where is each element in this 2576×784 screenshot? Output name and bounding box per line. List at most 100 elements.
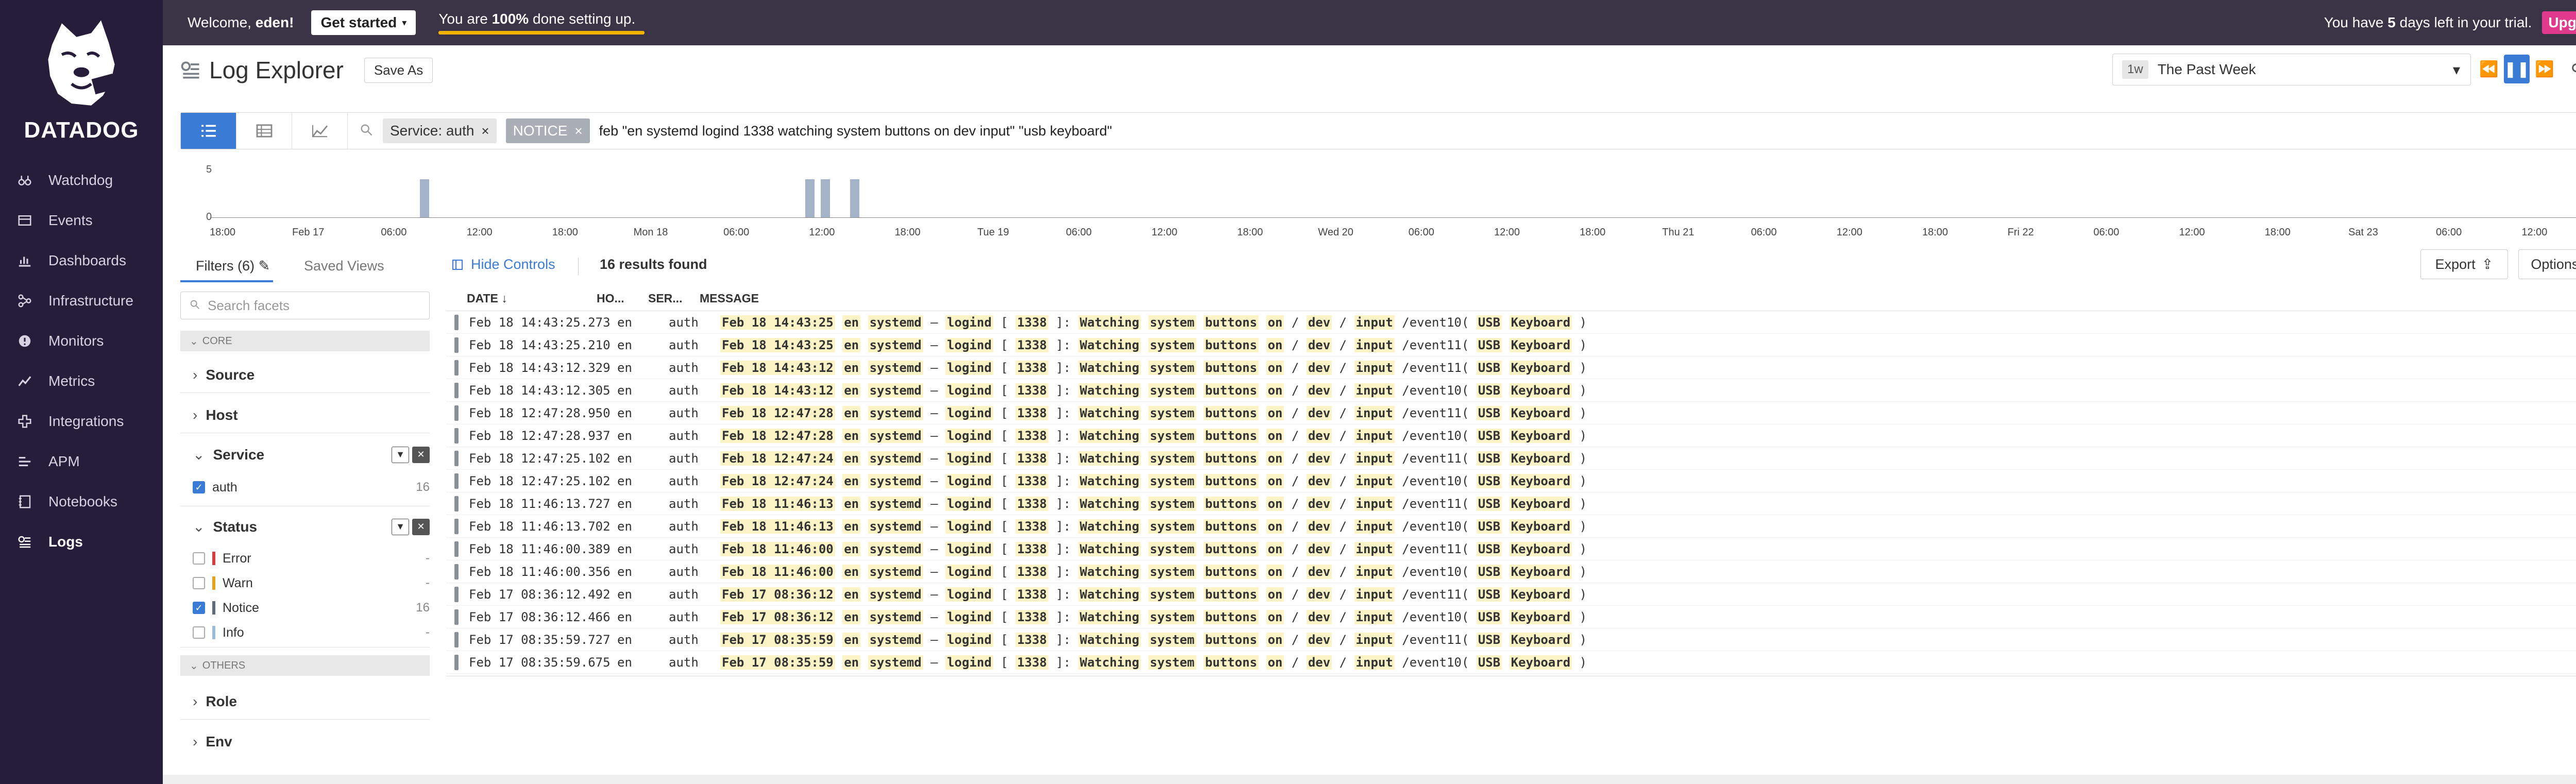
filter-icon[interactable]: ▼ [392, 446, 409, 463]
sidebar-item-events[interactable]: Events [0, 205, 163, 236]
datadog-logo[interactable]: DATADOG [0, 0, 163, 155]
message-token: /event11 [1402, 405, 1462, 420]
tab-saved-views[interactable]: Saved Views [304, 258, 384, 282]
message-token: logind [945, 632, 993, 647]
cell-message: Feb 18 12:47:24 en systemd – logind [ 13… [714, 473, 2576, 488]
filter-pill-status[interactable]: NOTICE × [505, 118, 590, 143]
facet-value-auth[interactable]: ✓ auth 16 [193, 476, 430, 499]
time-range-select[interactable]: 1w The Past Week ▾ [2112, 54, 2471, 86]
message-token: / [1339, 473, 1347, 488]
table-row[interactable]: Feb 18 11:46:00.389 en auth Feb 18 11:46:00… [446, 538, 2576, 560]
message-token: ]: [1056, 632, 1071, 647]
cell-date: Feb 18 12:47:28.937 [469, 428, 611, 443]
hide-controls-button[interactable]: Hide Controls [451, 257, 555, 272]
table-row[interactable]: Feb 17 08:35:59.675 en auth Feb 17 08:35:59… [446, 651, 2576, 674]
message-token: dev [1306, 405, 1332, 420]
table-row[interactable]: Feb 18 12:47:25.102 en auth Feb 18 12:47:24… [446, 470, 2576, 492]
table-row[interactable]: Feb 18 12:47:28.937 en auth Feb 18 12:47:28… [446, 424, 2576, 447]
table-row[interactable]: Feb 17 08:36:12.466 en auth Feb 17 08:36:12… [446, 606, 2576, 628]
close-icon[interactable]: ✕ [412, 446, 430, 463]
close-icon[interactable]: × [574, 123, 582, 139]
message-token: logind [945, 405, 993, 420]
sidebar-item-logs[interactable]: Logs [0, 526, 163, 557]
checkbox[interactable] [193, 577, 205, 589]
facet-value-warn[interactable]: Warn - [193, 572, 430, 594]
sidebar-item-metrics[interactable]: Metrics [0, 366, 163, 397]
pause-icon[interactable]: ❚❚ [2504, 55, 2530, 83]
table-row[interactable]: Feb 18 12:47:25.102 en auth Feb 18 12:47:24… [446, 447, 2576, 470]
options-button[interactable]: Options⚙ [2518, 249, 2576, 279]
others-section-header[interactable]: ⌄ OTHERS [180, 655, 430, 676]
message-token: logind [945, 655, 993, 670]
brand-name: DATADOG [24, 117, 139, 143]
zoom-icon[interactable] [2565, 55, 2576, 83]
close-icon[interactable]: × [481, 123, 489, 139]
table-row[interactable]: Feb 17 08:35:59.727 en auth Feb 17 08:35:59… [446, 628, 2576, 651]
histogram-bar[interactable] [805, 179, 815, 217]
table-row[interactable]: Feb 18 11:46:00.356 en auth Feb 18 11:46:00… [446, 560, 2576, 583]
table-row[interactable]: Feb 18 14:43:12.329 en auth Feb 18 14:43:12… [446, 356, 2576, 379]
checkbox[interactable]: ✓ [193, 602, 205, 614]
table-row[interactable]: Feb 18 11:46:13.727 en auth Feb 18 11:46:13… [446, 492, 2576, 515]
message-token: logind [945, 564, 993, 579]
facet-env[interactable]: › Env [180, 734, 430, 750]
sidebar-item-dashboards[interactable]: Dashboards [0, 245, 163, 276]
close-icon[interactable]: ✕ [412, 518, 430, 535]
column-header-host[interactable]: HO... [590, 292, 642, 305]
checkbox[interactable]: ✓ [193, 481, 205, 493]
pencil-icon[interactable]: ✎ [259, 258, 270, 274]
column-header-message[interactable]: MESSAGE [693, 292, 759, 305]
histogram-bar[interactable] [821, 179, 831, 217]
sidebar-item-integrations[interactable]: Integrations [0, 406, 163, 437]
facet-search-input[interactable]: Search facets [180, 292, 430, 319]
sidebar-item-apm[interactable]: APM [0, 446, 163, 477]
forward-icon[interactable]: ⏩ [2532, 55, 2557, 83]
patterns-view-button[interactable] [236, 113, 292, 149]
get-started-button[interactable]: Get started ▾ [311, 10, 416, 35]
analytics-view-button[interactable] [292, 113, 348, 149]
facet-role[interactable]: › Role [180, 693, 430, 710]
sidebar-item-monitors[interactable]: Monitors [0, 326, 163, 356]
checkbox[interactable] [193, 552, 205, 565]
search-input[interactable]: feb "en systemd logind 1338 watching sys… [599, 123, 1112, 139]
checkbox[interactable] [193, 626, 205, 639]
list-view-button[interactable] [181, 113, 236, 149]
facet-value-notice[interactable]: ✓ Notice 16 [193, 596, 430, 619]
facet-status[interactable]: ⌄ Status ▼ ✕ [180, 518, 430, 535]
filter-pill-service[interactable]: Service: auth × [383, 118, 497, 143]
cell-service: auth [669, 473, 699, 488]
cell-message: Feb 17 08:35:59 en systemd – logind [ 13… [714, 655, 2576, 670]
cell-service: auth [669, 632, 699, 647]
log-histogram[interactable]: 5 0 18:00 Feb 17 06:00 12:00 18:00 Mon 18 06:0… [180, 160, 2576, 242]
message-token: Keyboard [1509, 451, 1572, 466]
message-token: system [1148, 360, 1196, 375]
export-button[interactable]: Export ⇪ [2420, 249, 2508, 279]
sidebar-item-notebooks[interactable]: Notebooks [0, 486, 163, 517]
table-row[interactable]: Feb 18 14:43:25.210 en auth Feb 18 14:43:25… [446, 334, 2576, 356]
histogram-bar[interactable] [420, 179, 430, 217]
column-header-date[interactable]: DATE ↓ [446, 292, 590, 305]
sidebar-item-infrastructure[interactable]: Infrastructure [0, 285, 163, 316]
tab-filters[interactable]: Filters (6) ✎ [180, 258, 273, 282]
facet-value-info[interactable]: Info - [193, 621, 430, 644]
facet-value-error[interactable]: Error - [193, 547, 430, 570]
filter-icon[interactable]: ▼ [392, 518, 409, 535]
table-row[interactable]: Feb 18 12:47:28.950 en auth Feb 18 12:47:28… [446, 402, 2576, 424]
facet-host[interactable]: › Host [180, 407, 430, 423]
message-token: ) [1579, 609, 1587, 624]
facet-service[interactable]: ⌄ Service ▼ ✕ [180, 446, 430, 463]
cell-host: en [617, 496, 632, 511]
upgrade-button[interactable]: Upgrade [2542, 11, 2576, 34]
table-row[interactable]: Feb 18 14:43:12.305 en auth Feb 18 14:43:12… [446, 379, 2576, 402]
facet-source[interactable]: › Source [180, 367, 430, 383]
table-row[interactable]: Feb 17 08:36:12.492 en auth Feb 17 08:36:12… [446, 583, 2576, 606]
sidebar-item-watchdog[interactable]: Watchdog [0, 165, 163, 196]
save-as-button[interactable]: Save As [364, 57, 433, 83]
table-row[interactable]: Feb 18 14:43:25.273 en auth Feb 18 14:43:25… [446, 311, 2576, 334]
message-token: system [1148, 519, 1196, 534]
column-header-service[interactable]: SER... [642, 292, 693, 305]
core-section-header[interactable]: ⌄ CORE [180, 331, 430, 351]
histogram-bar[interactable] [850, 179, 859, 217]
table-row[interactable]: Feb 18 11:46:13.702 en auth Feb 18 11:46:13… [446, 515, 2576, 538]
rewind-icon[interactable]: ⏪ [2476, 55, 2502, 83]
